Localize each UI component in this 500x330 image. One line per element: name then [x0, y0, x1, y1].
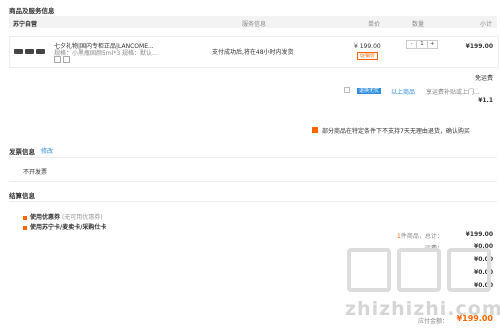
notice-text: 部分商品在特定条件下不支持7天无理由退货，确认购买 — [322, 128, 470, 135]
unit-price: ¥ 199.00 — [354, 43, 381, 50]
header-subtotal: 小计 — [480, 21, 493, 28]
header-service: 服务信息 — [242, 21, 267, 28]
divider — [9, 157, 497, 158]
settle-section-title: 结算信息 — [9, 192, 35, 200]
shipping-price: ¥1.1 — [478, 97, 493, 104]
product-thumb-3 — [36, 49, 45, 54]
coupon-note: (无可用优惠券) — [61, 214, 103, 221]
service-info: 支付成功后,将在48小时内发货 — [212, 49, 294, 56]
qty-minus-button[interactable]: - — [407, 41, 416, 48]
table-header: 苏宁自营 服务信息 单价 数量 小计 — [9, 16, 497, 28]
badge-icon — [54, 56, 61, 63]
notice-checkbox[interactable] — [312, 127, 318, 133]
qty-input[interactable]: 1 — [416, 41, 428, 48]
invoice-value: 不开发票 — [23, 169, 48, 176]
summary-total: ¥199.00 — [465, 231, 493, 238]
summary-count-label: 件商品，总计： — [400, 233, 443, 240]
invoice-section-title: 发票信息 — [9, 148, 35, 156]
card-label: 使用苏宁卡/麦卖卡/采购仕卡 — [30, 224, 107, 231]
quantity-stepper[interactable]: - 1 + — [406, 40, 438, 49]
plus-icon — [23, 225, 27, 230]
summary-count-row: 1件商品，总计： — [397, 231, 443, 240]
shipping-link[interactable]: 以上商品 — [391, 87, 415, 96]
watermark-logo-block — [347, 248, 391, 292]
price-tag: 促销价 — [357, 52, 379, 60]
invoice-edit-link[interactable]: 修改 — [41, 146, 53, 155]
watermark-logo-block — [447, 248, 491, 292]
shipping-checkbox[interactable] — [344, 87, 350, 93]
badge-icon — [62, 56, 70, 63]
product-badges — [54, 56, 70, 65]
item-subtotal: ¥199.00 — [465, 43, 493, 50]
goods-section-title: 商品及服务信息 — [9, 7, 55, 15]
store-name: 苏宁自营 — [13, 21, 38, 28]
divider — [9, 181, 497, 182]
shipping-label: 免运费 — [474, 75, 493, 82]
shipping-desc: 享运费补贴或上门... — [426, 89, 480, 96]
card-option[interactable]: 使用苏宁卡/麦卖卡/采购仕卡 — [23, 222, 106, 231]
product-thumb-2 — [25, 49, 34, 54]
watermark: zhizhizhi.com — [345, 248, 500, 328]
product-image[interactable] — [12, 41, 48, 61]
watermark-text: zhizhizhi.com — [345, 298, 500, 320]
product-thumb-1 — [14, 49, 23, 54]
coupon-label: 使用优惠券 — [30, 214, 61, 221]
watermark-logo-block — [397, 248, 441, 292]
shipping-badge: 退换无忧 — [357, 88, 382, 94]
coupon-option[interactable]: 使用优惠券 (无可用优惠券) — [23, 212, 103, 221]
divider — [9, 201, 497, 202]
header-qty: 数量 — [412, 21, 425, 28]
qty-plus-button[interactable]: + — [428, 41, 437, 48]
plus-icon — [23, 215, 27, 220]
product-spec: 规格：小黑瓶固颜5ml*3 规格：默认... — [54, 50, 158, 57]
header-price: 单价 — [368, 21, 381, 28]
